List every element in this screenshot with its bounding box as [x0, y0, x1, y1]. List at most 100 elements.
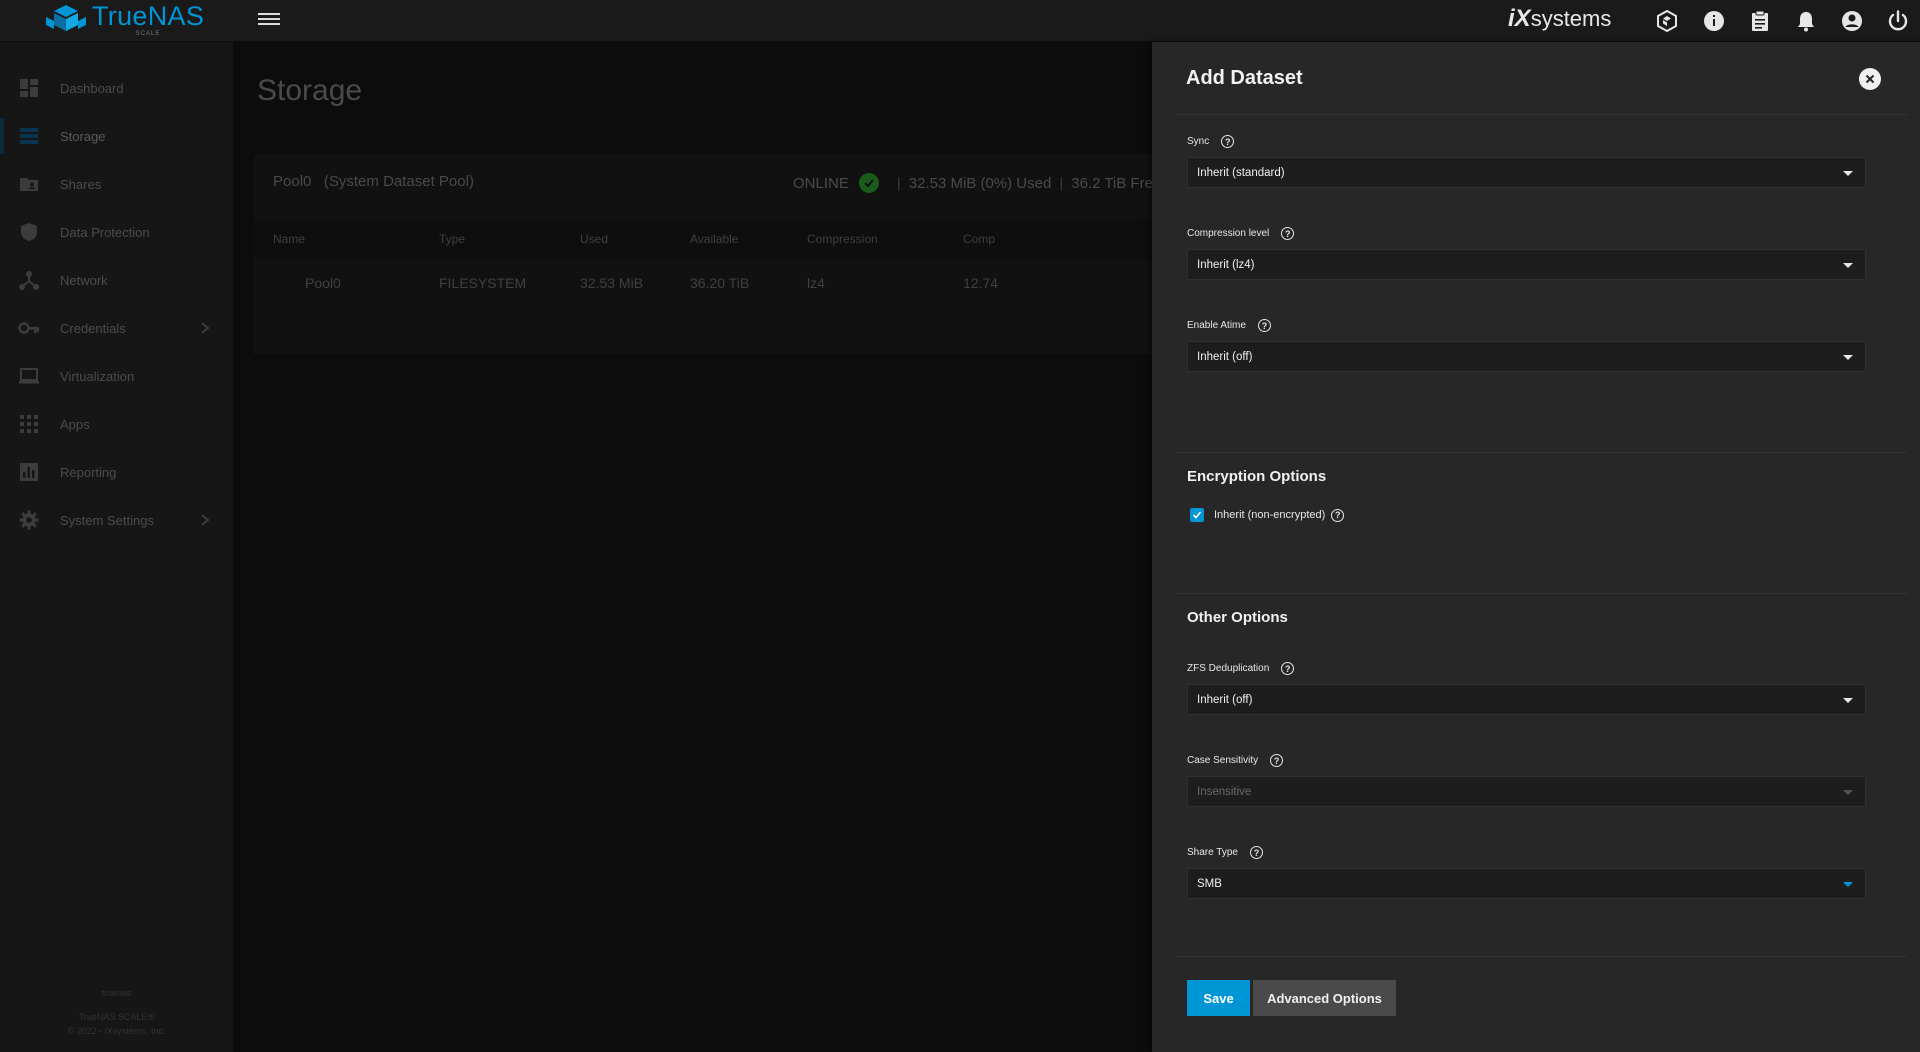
- sidebar-item-shares[interactable]: Shares: [0, 162, 233, 206]
- key-icon: [18, 322, 39, 334]
- sidebar: Dashboard Storage Shares Data Protection…: [0, 42, 233, 1052]
- table-row[interactable]: Pool0 FILESYSTEM 32.53 MiB 36.20 TiB lz4…: [253, 260, 1153, 306]
- dedup-select[interactable]: Inherit (off): [1187, 684, 1866, 715]
- pool-status-text: ONLINE: [793, 174, 849, 192]
- case-sensitivity-value: Insensitive: [1197, 786, 1252, 798]
- logo-name: TrueNAS: [92, 1, 205, 31]
- pool-subtitle: (System Dataset Pool): [323, 173, 474, 190]
- case-sensitivity-select: Insensitive: [1187, 776, 1866, 807]
- inherit-encryption-checkbox[interactable]: [1190, 508, 1204, 522]
- dedup-label-text: ZFS Deduplication: [1187, 663, 1270, 674]
- dropdown-arrow-icon: [1843, 698, 1853, 703]
- info-icon[interactable]: [1702, 9, 1726, 33]
- sync-value: Inherit (standard): [1197, 167, 1285, 179]
- column-header-used[interactable]: Used: [580, 232, 608, 246]
- section-divider: [1174, 593, 1907, 594]
- chart-icon: [20, 463, 38, 481]
- column-header-available[interactable]: Available: [690, 232, 738, 246]
- help-icon[interactable]: ?: [1249, 846, 1263, 859]
- clipboard-icon[interactable]: [1748, 9, 1772, 33]
- sync-label: Sync ?: [1187, 135, 1235, 148]
- sidebar-item-system-settings[interactable]: System Settings: [0, 498, 233, 542]
- dropdown-arrow-icon: [1843, 263, 1853, 268]
- footer-product: TrueNAS SCALE®: [78, 1012, 155, 1022]
- dropdown-arrow-icon: [1843, 171, 1853, 176]
- compression-select[interactable]: Inherit (lz4): [1187, 249, 1866, 280]
- sidebar-item-label: Storage: [60, 128, 106, 144]
- table-header: Name Type Used Available Compression Com…: [253, 220, 1153, 258]
- truecommand-icon[interactable]: [1655, 9, 1679, 33]
- sync-label-text: Sync: [1187, 136, 1210, 147]
- power-icon[interactable]: [1886, 9, 1910, 33]
- sidebar-item-dashboard[interactable]: Dashboard: [0, 66, 233, 110]
- truenas-logo[interactable]: TrueNAS SCALE: [44, 3, 204, 37]
- ixsystems-logo[interactable]: iXsystems: [1508, 5, 1611, 33]
- save-button[interactable]: Save: [1187, 980, 1250, 1016]
- close-icon[interactable]: [1859, 68, 1881, 90]
- atime-select[interactable]: Inherit (off): [1187, 341, 1866, 372]
- compression-value: Inherit (lz4): [1197, 259, 1255, 271]
- sidebar-item-label: Data Protection: [60, 224, 150, 240]
- pool-name: Pool0 (System Dataset Pool): [273, 173, 474, 190]
- help-icon[interactable]: ?: [1221, 135, 1235, 148]
- section-divider: [1174, 452, 1907, 453]
- check-circle-icon: [858, 173, 879, 193]
- inherit-encryption-label[interactable]: Inherit (non-encrypted): [1214, 509, 1325, 521]
- chevron-right-icon: [201, 322, 210, 334]
- help-icon[interactable]: ?: [1270, 754, 1284, 767]
- pool-card: Pool0 (System Dataset Pool) ONLINE | 32.…: [253, 154, 1161, 354]
- status-separator: |: [896, 174, 901, 192]
- pool-status: ONLINE | 32.53 MiB (0%) Used | 36.2 TiB …: [793, 173, 1161, 193]
- cell-name: Pool0: [305, 275, 341, 291]
- share-type-label: Share Type ?: [1187, 846, 1263, 859]
- column-header-name[interactable]: Name: [273, 232, 305, 246]
- column-header-compression-ratio[interactable]: Comp: [963, 232, 995, 246]
- share-type-label-text: Share Type: [1187, 847, 1238, 858]
- sidebar-item-label: Credentials: [60, 320, 126, 336]
- sidebar-item-reporting[interactable]: Reporting: [0, 450, 233, 494]
- help-icon[interactable]: ?: [1281, 227, 1295, 240]
- cell-used: 32.53 MiB: [580, 275, 644, 291]
- bell-icon[interactable]: [1794, 9, 1818, 33]
- footer-hostname: truenas: [101, 988, 132, 998]
- gear-icon: [19, 510, 39, 530]
- sidebar-item-label: Network: [60, 272, 108, 288]
- sidebar-item-virtualization[interactable]: Virtualization: [0, 354, 233, 398]
- help-icon[interactable]: ?: [1257, 319, 1271, 332]
- account-icon[interactable]: [1840, 9, 1864, 33]
- sidebar-item-credentials[interactable]: Credentials: [0, 306, 233, 350]
- sidebar-item-label: Reporting: [60, 464, 117, 480]
- systems-brand-text: systems: [1530, 6, 1612, 31]
- sidebar-item-label: Apps: [60, 416, 90, 432]
- sidebar-item-network[interactable]: Network: [0, 258, 233, 302]
- dedup-label: ZFS Deduplication ?: [1187, 662, 1295, 675]
- share-type-select[interactable]: SMB: [1187, 868, 1866, 899]
- encryption-section-title: Encryption Options: [1187, 468, 1327, 485]
- sidebar-item-storage[interactable]: Storage: [0, 114, 233, 158]
- advanced-options-button[interactable]: Advanced Options: [1253, 980, 1396, 1016]
- laptop-icon: [19, 368, 39, 384]
- sidebar-item-apps[interactable]: Apps: [0, 402, 233, 446]
- app-root: TrueNAS SCALE iXsystems Dashboard Storag…: [0, 0, 1920, 1052]
- atime-label-text: Enable Atime: [1187, 320, 1246, 331]
- status-separator: |: [1059, 174, 1064, 192]
- header-divider: [1174, 114, 1907, 115]
- cell-compression: lz4: [807, 275, 825, 291]
- sidebar-item-label: System Settings: [60, 512, 154, 528]
- case-sensitivity-label-text: Case Sensitivity: [1187, 755, 1259, 766]
- cell-type: FILESYSTEM: [439, 275, 527, 291]
- inherit-encryption-row: Inherit (non-encrypted) ?: [1190, 508, 1345, 522]
- footer-copyright: © 2022 - iXsystems, Inc.: [67, 1026, 166, 1036]
- hamburger-menu-icon[interactable]: [258, 10, 280, 30]
- pool-used: 32.53 MiB (0%) Used: [908, 174, 1052, 192]
- page-title: Storage: [257, 74, 363, 107]
- help-icon[interactable]: ?: [1281, 662, 1295, 675]
- dropdown-arrow-icon: [1843, 882, 1853, 887]
- add-dataset-panel: Add Dataset Sync ? Inherit (standard) Co…: [1152, 42, 1920, 1052]
- column-header-compression[interactable]: Compression: [807, 232, 878, 246]
- help-icon[interactable]: ?: [1331, 508, 1345, 522]
- atime-value: Inherit (off): [1197, 351, 1253, 363]
- column-header-type[interactable]: Type: [439, 232, 465, 246]
- sync-select[interactable]: Inherit (standard): [1187, 157, 1866, 188]
- sidebar-item-data-protection[interactable]: Data Protection: [0, 210, 233, 254]
